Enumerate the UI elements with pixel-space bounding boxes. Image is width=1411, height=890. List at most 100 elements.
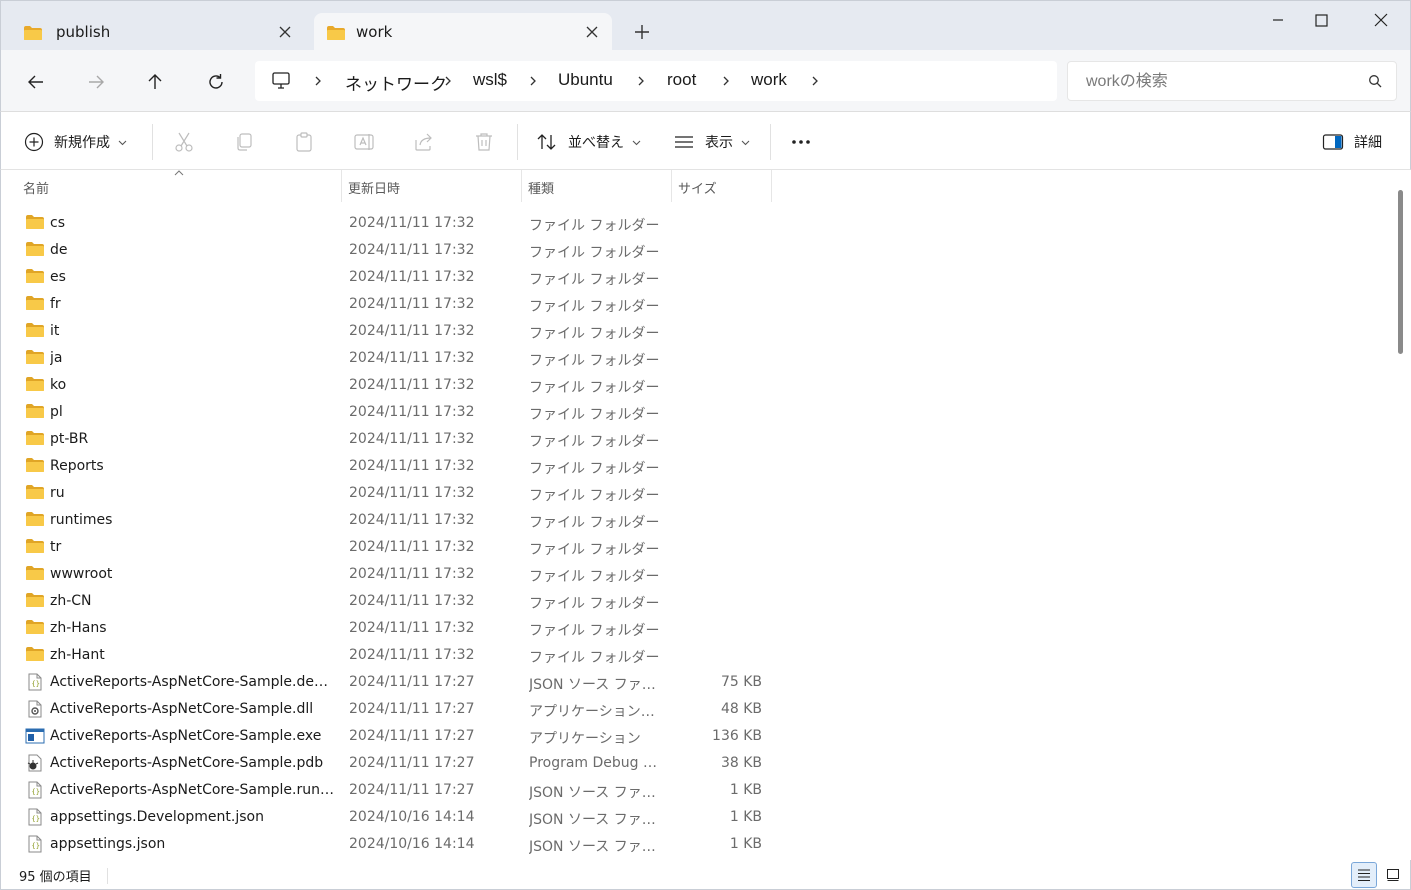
file-type: ファイル フォルダー [529,650,660,666]
folder-row[interactable]: ko 2024/11/11 17:32 ファイル フォルダー [1,372,781,399]
file-modified-date: 2024/11/11 17:32 [349,647,475,663]
forward-button[interactable] [80,66,112,98]
new-tab-plus-icon[interactable] [629,19,655,45]
back-button[interactable] [20,66,52,98]
file-row[interactable]: ActiveReports-AspNetCore-Sample.dll 2024/… [1,696,781,723]
rename-icon[interactable] [352,130,376,154]
file-name: appsettings.Development.json [50,809,264,825]
delete-icon[interactable] [472,130,496,154]
paste-icon[interactable] [292,130,316,154]
file-modified-date: 2024/11/11 17:27 [349,782,475,798]
up-button[interactable] [139,66,171,98]
file-row[interactable]: {} ActiveReports-AspNetCore-Sample.deps..… [1,669,781,696]
new-button-label: 新規作成 [54,135,110,151]
toolbar-divider [517,124,518,160]
column-header-type[interactable]: 種類 [522,170,672,202]
file-row[interactable]: {} appsettings.json 2024/10/16 14:14 JSON ソ… [1,831,781,858]
close-window-icon[interactable] [1361,9,1401,33]
search-icon[interactable] [1368,74,1382,88]
folder-row[interactable]: pt-BR 2024/11/11 17:32 ファイル フォルダー [1,426,781,453]
folder-row[interactable]: ru 2024/11/11 17:32 ファイル フォルダー [1,480,781,507]
address-bar[interactable]: ネットワーク wsl$ Ubuntu root work [255,61,1057,101]
file-row[interactable]: ActiveReports-AspNetCore-Sample.pdb 2024/… [1,750,781,777]
breadcrumb-wsl[interactable]: wsl$ [473,70,507,90]
folder-row[interactable]: pl 2024/11/11 17:32 ファイル フォルダー [1,399,781,426]
refresh-icon [209,74,223,89]
tab-work[interactable]: work [314,13,612,51]
folder-row[interactable]: de 2024/11/11 17:32 ファイル フォルダー [1,237,781,264]
file-type: ファイル フォルダー [529,272,660,288]
view-button[interactable]: 表示 [673,128,750,156]
folder-row[interactable]: zh-CN 2024/11/11 17:32 ファイル フォルダー [1,588,781,615]
chevron-right-icon[interactable] [635,75,647,87]
sort-button[interactable]: 並べ替え [536,128,641,156]
folder-row[interactable]: it 2024/11/11 17:32 ファイル フォルダー [1,318,781,345]
file-name: Reports [50,458,104,474]
view-button-label: 表示 [705,135,733,151]
share-icon[interactable] [412,130,436,154]
file-modified-date: 2024/11/11 17:32 [349,323,475,339]
breadcrumb-work[interactable]: work [751,70,787,90]
file-type: アプリケーション [529,731,641,747]
file-modified-date: 2024/11/11 17:32 [349,458,475,474]
refresh-button[interactable] [200,66,232,98]
folder-row[interactable]: zh-Hant 2024/11/11 17:32 ファイル フォルダー [1,642,781,669]
file-modified-date: 2024/11/11 17:32 [349,593,475,609]
chevron-right-icon[interactable] [720,75,732,87]
vertical-scrollbar[interactable] [1391,170,1411,860]
file-name: ko [50,377,67,393]
breadcrumb-ubuntu[interactable]: Ubuntu [558,70,613,90]
folder-row[interactable]: runtimes 2024/11/11 17:32 ファイル フォルダー [1,507,781,534]
file-modified-date: 2024/11/11 17:32 [349,269,475,285]
details-view-button[interactable] [1351,862,1377,888]
chevron-right-icon[interactable] [442,75,454,87]
svg-text:{}: {} [32,680,40,688]
arrow-right-icon [89,75,104,89]
folder-row[interactable]: Reports 2024/11/11 17:32 ファイル フォルダー [1,453,781,480]
folder-row[interactable]: cs 2024/11/11 17:32 ファイル フォルダー [1,210,781,237]
breadcrumb-root[interactable]: root [667,70,696,90]
file-name: zh-CN [50,593,92,609]
file-type: ファイル フォルダー [529,299,660,315]
folder-icon [25,538,45,556]
file-name: wwwroot [50,566,113,582]
column-header-name[interactable]: 名前 [1,170,342,202]
close-tab-icon[interactable] [584,24,600,40]
breadcrumb-network[interactable]: ネットワーク [345,70,447,95]
details-pane-button[interactable]: 詳細 [1322,128,1382,156]
chevron-down-icon [118,140,127,145]
new-button[interactable]: 新規作成 [24,128,127,156]
folder-row[interactable]: es 2024/11/11 17:32 ファイル フォルダー [1,264,781,291]
folder-row[interactable]: wwwroot 2024/11/11 17:32 ファイル フォルダー [1,561,781,588]
file-name: zh-Hant [50,647,105,663]
column-header-date[interactable]: 更新日時 [342,170,522,202]
chevron-right-icon[interactable] [527,75,539,87]
folder-row[interactable]: ja 2024/11/11 17:32 ファイル フォルダー [1,345,781,372]
file-modified-date: 2024/11/11 17:32 [349,539,475,555]
folder-row[interactable]: tr 2024/11/11 17:32 ファイル フォルダー [1,534,781,561]
more-options-icon[interactable] [789,130,813,154]
chevron-right-icon[interactable] [312,75,324,87]
folder-row[interactable]: fr 2024/11/11 17:32 ファイル フォルダー [1,291,781,318]
file-row[interactable]: ActiveReports-AspNetCore-Sample.exe 2024/… [1,723,781,750]
json-file-icon: {} [25,835,45,853]
file-name: cs [50,215,65,231]
close-tab-icon[interactable] [277,24,293,40]
column-header-size[interactable]: サイズ [672,170,772,202]
json-file-icon: {} [25,673,45,691]
file-type: ファイル フォルダー [529,407,660,423]
chevron-right-icon[interactable] [809,75,821,87]
cut-icon[interactable] [172,130,196,154]
file-row[interactable]: {} ActiveReports-AspNetCore-Sample.runti.… [1,777,781,804]
file-row[interactable]: {} appsettings.Development.json 2024/10/16… [1,804,781,831]
search-input[interactable] [1086,70,1356,94]
scrollbar-thumb[interactable] [1398,190,1403,354]
maximize-icon[interactable] [1301,9,1341,33]
tab-publish[interactable]: publish [9,13,305,51]
folder-row[interactable]: zh-Hans 2024/11/11 17:32 ファイル フォルダー [1,615,781,642]
copy-icon[interactable] [232,130,256,154]
file-type: ファイル フォルダー [529,434,660,450]
minimize-icon[interactable] [1258,9,1298,33]
folder-icon [25,592,45,610]
large-icons-view-button[interactable] [1380,862,1406,888]
